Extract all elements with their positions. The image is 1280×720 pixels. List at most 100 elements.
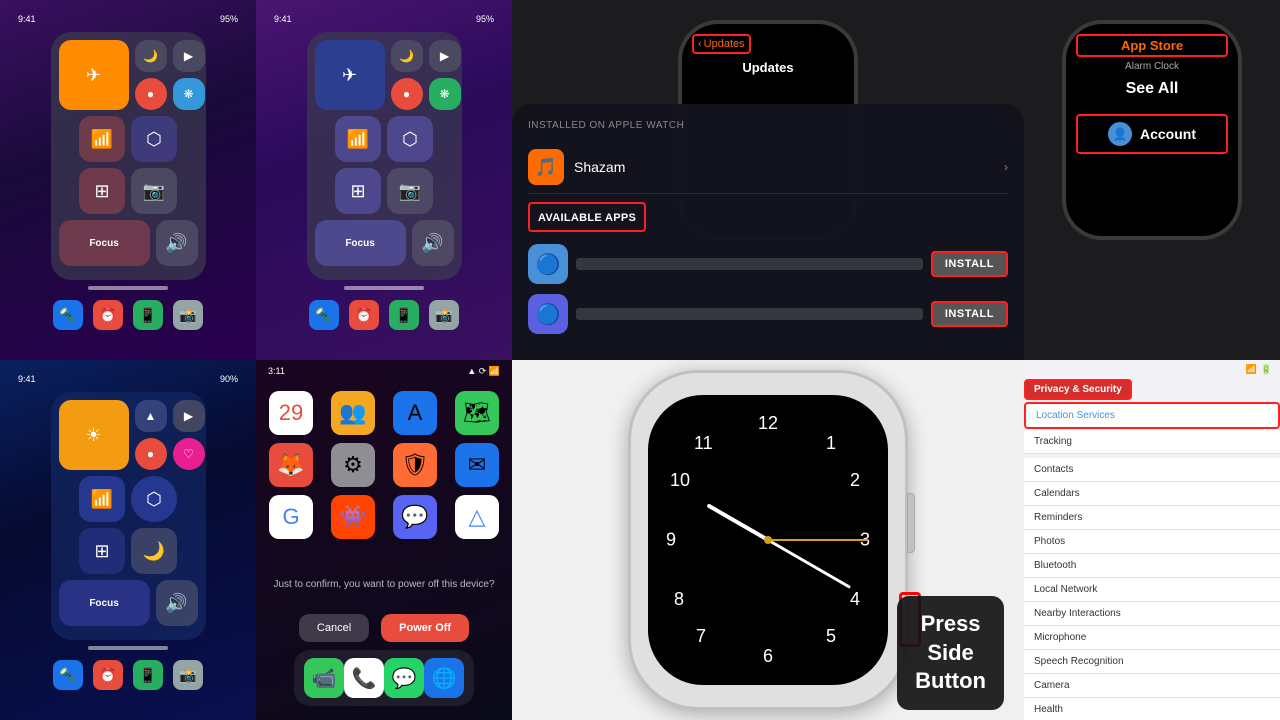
power-off-btn[interactable]: Power Off bbox=[381, 614, 469, 642]
cc-blue-btn[interactable]: ❋ bbox=[173, 78, 205, 110]
clock-num-9: 9 bbox=[666, 530, 676, 551]
cc-focus-btn-wide[interactable]: Focus bbox=[59, 220, 150, 266]
dock-icon-3[interactable]: 📱 bbox=[133, 300, 163, 330]
watch-side-btn-2[interactable] bbox=[1238, 166, 1242, 186]
cc-bt-3[interactable]: ⬡ bbox=[131, 476, 177, 522]
dock-3-icon-4[interactable]: 📸 bbox=[173, 660, 203, 690]
shazam-name: Shazam bbox=[574, 159, 1004, 175]
cc-btn-4[interactable]: 📷 bbox=[131, 168, 177, 214]
contacts-item[interactable]: Contacts bbox=[1024, 458, 1280, 482]
dock-2-icon-4[interactable]: 📸 bbox=[429, 300, 459, 330]
tracking-label: Tracking bbox=[1034, 436, 1072, 447]
install-btn-2[interactable]: INSTALL bbox=[931, 301, 1008, 327]
cc-btn-3[interactable]: ⊞ bbox=[79, 168, 125, 214]
cc-focus-2[interactable]: Focus bbox=[315, 220, 406, 266]
dock-3-icon-1[interactable]: 🔦 bbox=[53, 660, 83, 690]
dock-3-icon-2[interactable]: ⏰ bbox=[93, 660, 123, 690]
microphone-item[interactable]: Microphone bbox=[1024, 626, 1280, 650]
nearby-item[interactable]: Nearby Interactions bbox=[1024, 602, 1280, 626]
dock-2-icon-3[interactable]: 📱 bbox=[389, 300, 419, 330]
cc-wifi-2[interactable]: 📶 bbox=[335, 116, 381, 162]
location-services-item[interactable]: Location Services bbox=[1024, 402, 1280, 429]
cc-top-row-2: ✈ 🌙 ▶ ● ❋ bbox=[315, 40, 454, 110]
dock-icon-2[interactable]: ⏰ bbox=[93, 300, 123, 330]
watch-crown-2[interactable] bbox=[1238, 74, 1242, 104]
shazam-app-row[interactable]: 🎵 Shazam › bbox=[528, 141, 1008, 194]
calendars-item[interactable]: Calendars bbox=[1024, 482, 1280, 506]
app-mail[interactable]: ✉ bbox=[450, 443, 504, 487]
dock-safari[interactable]: 🌐 bbox=[424, 658, 464, 698]
home-indicator bbox=[88, 286, 168, 290]
app-calendar[interactable]: 29 bbox=[264, 391, 318, 435]
cc-btn-d[interactable]: ❋ bbox=[429, 78, 461, 110]
health-item[interactable]: Health bbox=[1024, 698, 1280, 720]
cell-ios-cc-dark: 9:41 95% ✈ 🌙 ▶ ● ❋ bbox=[0, 0, 256, 360]
dock-whatsapp[interactable]: 💬 bbox=[384, 658, 424, 698]
clock-num-2: 2 bbox=[850, 470, 860, 491]
cc-btn-f[interactable]: ▶ bbox=[173, 400, 205, 432]
cc-wifi-3[interactable]: 📶 bbox=[79, 476, 125, 522]
app-discord[interactable]: 💬 bbox=[388, 495, 442, 539]
cc-btn-wifi[interactable]: 📶 bbox=[79, 116, 125, 162]
cc-btn-c[interactable]: ● bbox=[391, 78, 423, 110]
app-appstore[interactable]: A bbox=[388, 391, 442, 435]
app-maps[interactable]: 🗺 bbox=[450, 391, 504, 435]
cc-4-3[interactable]: 🌙 bbox=[131, 528, 177, 574]
iphone-dock: 📹 📞 💬 🌐 bbox=[294, 650, 474, 706]
cc-3-3[interactable]: ⊞ bbox=[79, 528, 125, 574]
watch-crown-main[interactable] bbox=[907, 493, 915, 553]
cc-orange-btn-3[interactable]: ☀ bbox=[59, 400, 129, 470]
cc-red-btn[interactable]: ● bbox=[135, 78, 167, 110]
bluetooth-item[interactable]: Bluetooth bbox=[1024, 554, 1280, 578]
cancel-btn[interactable]: Cancel bbox=[299, 614, 369, 642]
app-firefox[interactable]: 🦊 bbox=[264, 443, 318, 487]
cc-btn-b[interactable]: ▶ bbox=[429, 40, 461, 72]
dock-icon-1[interactable]: 🔦 bbox=[53, 300, 83, 330]
cc-btn-bt[interactable]: ⬡ bbox=[131, 116, 177, 162]
airplane-icon: ✈ bbox=[86, 65, 101, 86]
account-btn[interactable]: 👤 Account bbox=[1076, 114, 1228, 154]
app-reddit[interactable]: 👾 bbox=[326, 495, 380, 539]
dock-2-icon-1[interactable]: 🔦 bbox=[309, 300, 339, 330]
cc-vol-2[interactable]: 🔊 bbox=[412, 220, 454, 266]
dock-3-icon-3[interactable]: 📱 bbox=[133, 660, 163, 690]
local-network-item[interactable]: Local Network bbox=[1024, 578, 1280, 602]
install-btn-1[interactable]: INSTALL bbox=[931, 251, 1008, 277]
dock-icon-4[interactable]: 📸 bbox=[173, 300, 203, 330]
cc-btn-h[interactable]: ♡ bbox=[173, 438, 205, 470]
watch-face-screen: 12 1 2 3 4 5 6 7 8 9 10 11 bbox=[648, 395, 888, 685]
power-buttons: Cancel Power Off bbox=[299, 614, 469, 642]
see-all-btn[interactable]: See All bbox=[1076, 80, 1228, 98]
app-people[interactable]: 👥 bbox=[326, 391, 380, 435]
cc-network-btn[interactable]: ✈ bbox=[59, 40, 129, 110]
watch-back-nav[interactable]: ‹ Updates bbox=[692, 34, 751, 54]
speech-item[interactable]: Speech Recognition bbox=[1024, 650, 1280, 674]
tracking-item[interactable]: Tracking bbox=[1024, 430, 1280, 454]
clock-num-5: 5 bbox=[826, 626, 836, 647]
dock-phone[interactable]: 📞 bbox=[344, 658, 384, 698]
cc-airplane-btn-2[interactable]: ✈ bbox=[315, 40, 385, 110]
photos-item[interactable]: Photos bbox=[1024, 530, 1280, 554]
app-settings[interactable]: ⚙ bbox=[326, 443, 380, 487]
cc-btn-a[interactable]: 🌙 bbox=[391, 40, 423, 72]
cc-4-2[interactable]: 📷 bbox=[387, 168, 433, 214]
app-brave[interactable]: 🛡 bbox=[388, 443, 442, 487]
app-drive[interactable]: △ bbox=[450, 495, 504, 539]
cc-volume-btn[interactable]: 🔊 bbox=[156, 220, 198, 266]
cc-focus-btn[interactable]: 🌙 bbox=[135, 40, 167, 72]
app-google[interactable]: G bbox=[264, 495, 318, 539]
cc-vol-3[interactable]: 🔊 bbox=[156, 580, 198, 626]
cc-3-2[interactable]: ⊞ bbox=[335, 168, 381, 214]
watch-crown[interactable] bbox=[854, 74, 858, 104]
clock-num-4: 4 bbox=[850, 589, 860, 610]
privacy-security-header[interactable]: Privacy & Security bbox=[1024, 379, 1132, 400]
camera-item[interactable]: Camera bbox=[1024, 674, 1280, 698]
dock-facetime[interactable]: 📹 bbox=[304, 658, 344, 698]
dock-2-icon-2[interactable]: ⏰ bbox=[349, 300, 379, 330]
cc-extra-btn[interactable]: ▶ bbox=[173, 40, 205, 72]
cc-bt-2[interactable]: ⬡ bbox=[387, 116, 433, 162]
cc-focus-3[interactable]: Focus bbox=[59, 580, 150, 626]
cc-btn-g[interactable]: ● bbox=[135, 438, 167, 470]
reminders-item[interactable]: Reminders bbox=[1024, 506, 1280, 530]
cc-btn-e[interactable]: ▲ bbox=[135, 400, 167, 432]
